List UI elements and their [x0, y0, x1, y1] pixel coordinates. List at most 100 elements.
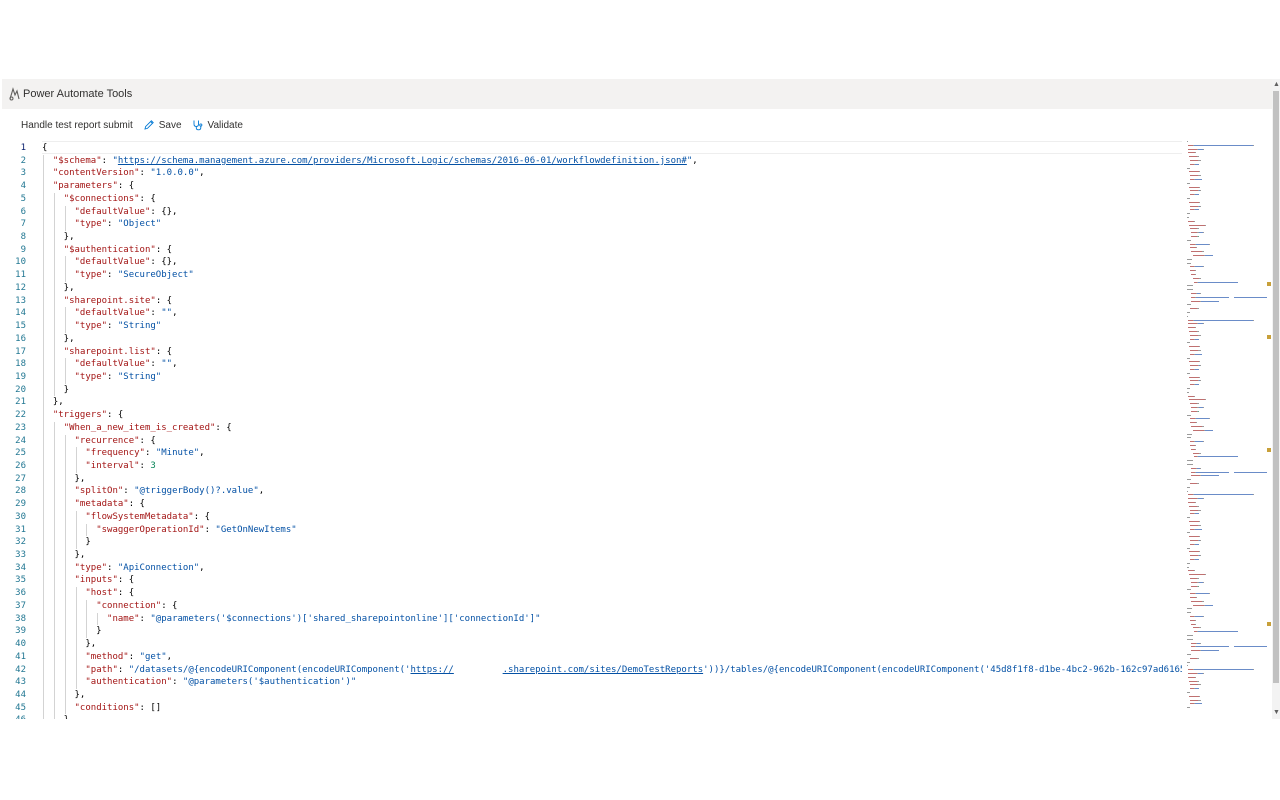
- minimap-line: [1193, 395, 1196, 397]
- code-token: :: [139, 613, 151, 624]
- code-token: "swaggerOperationId": [96, 524, 205, 535]
- code-line[interactable]: },: [42, 396, 64, 409]
- code-line[interactable]: "recurrence": {: [42, 435, 156, 448]
- indent-guide: [75, 536, 77, 550]
- vertical-scrollbar[interactable]: ▲ ▼: [1272, 79, 1280, 719]
- code-line[interactable]: "path": "/datasets/@{encodeURIComponent(…: [42, 664, 1182, 677]
- code-line[interactable]: "defaultValue": "",: [42, 307, 178, 320]
- scroll-down-arrow-icon[interactable]: ▼: [1273, 709, 1280, 717]
- code-line[interactable]: "conditions": []: [42, 702, 162, 715]
- minimap[interactable]: [1187, 141, 1269, 719]
- code-line[interactable]: "flowSystemMetadata": {: [42, 511, 210, 524]
- validate-button[interactable]: Validate: [192, 119, 243, 131]
- code-line[interactable]: "contentVersion": "1.0.0.0",: [42, 167, 205, 180]
- code-token: "$schema": [52, 155, 102, 166]
- indent-guide: [53, 231, 55, 244]
- code-line[interactable]: "type": "ApiConnection",: [42, 562, 205, 575]
- minimap-line: [1194, 494, 1253, 496]
- minimap-line: [1198, 334, 1201, 336]
- code-token: :: [204, 524, 216, 535]
- minimap-line: [1193, 570, 1196, 572]
- code-token: "defaultValue": [74, 257, 151, 268]
- indent-guide: [53, 536, 55, 550]
- code-line[interactable]: "type": "String": [42, 371, 162, 384]
- code-line[interactable]: "type": "Object": [42, 218, 162, 231]
- minimap-line: [1191, 300, 1201, 302]
- code-line[interactable]: },: [42, 714, 75, 719]
- minimap-line: [1194, 270, 1197, 272]
- scrollbar-thumb[interactable]: [1273, 91, 1279, 683]
- title-bar: Power Automate Tools: [2, 79, 1280, 109]
- code-token: "": [161, 359, 173, 370]
- minimap-line: [1187, 532, 1191, 534]
- code-line[interactable]: },: [42, 638, 96, 651]
- code-line[interactable]: "$connections": {: [42, 193, 156, 206]
- code-line[interactable]: "name": "@parameters('$connections')['sh…: [42, 613, 541, 626]
- code-line[interactable]: {: [42, 142, 47, 155]
- scroll-up-arrow-icon[interactable]: ▲: [1273, 81, 1280, 89]
- stethoscope-icon: [193, 120, 202, 131]
- indent-guide: [64, 650, 66, 664]
- code-line[interactable]: "inputs": {: [42, 574, 135, 587]
- code-line[interactable]: "swaggerOperationId": "GetOnNewItems": [42, 524, 297, 537]
- code-line[interactable]: "$schema": "https://schema.management.az…: [42, 155, 698, 168]
- toolbar: Handle test report submit Save Validate: [2, 109, 1280, 141]
- indent-guide: [43, 218, 44, 232]
- code-line[interactable]: "parameters": {: [42, 180, 134, 193]
- indent-guide: [43, 332, 44, 346]
- code-line[interactable]: }: [42, 536, 90, 549]
- code-line[interactable]: },: [42, 473, 86, 486]
- code-line[interactable]: "metadata": {: [42, 498, 145, 511]
- code-line[interactable]: "sharepoint.site": {: [42, 295, 172, 308]
- minimap-line: [1195, 597, 1198, 598]
- minimap-line: [1196, 331, 1199, 332]
- code-line[interactable]: "$authentication": {: [42, 244, 172, 257]
- minimap-line: [1196, 418, 1209, 420]
- indent-guide: [64, 523, 66, 537]
- minimap-line: [1224, 646, 1229, 648]
- code-content[interactable]: { "$schema": "https://schema.management.…: [42, 141, 1182, 719]
- indent-guide: [43, 167, 44, 181]
- code-token: : {: [155, 295, 173, 306]
- line-number: 42: [15, 664, 26, 675]
- code-line[interactable]: "host": {: [42, 587, 134, 600]
- code-line[interactable]: "method": "get",: [42, 651, 172, 664]
- code-line[interactable]: "sharepoint.list": {: [42, 346, 172, 359]
- code-token: :: [139, 168, 151, 179]
- code-line[interactable]: },: [42, 231, 75, 244]
- code-line[interactable]: "splitOn": "@triggerBody()?.value",: [42, 485, 265, 498]
- minimap-line: [1233, 296, 1255, 298]
- code-token: :: [150, 359, 162, 370]
- code-line[interactable]: "connection": {: [42, 600, 177, 613]
- code-line[interactable]: "When_a_new_item_is_created": {: [42, 422, 232, 435]
- indent-guide: [53, 676, 55, 689]
- code-line[interactable]: "interval": 3: [42, 460, 155, 473]
- overview-ruler-marker: [1267, 622, 1271, 626]
- code-token: "interval": [85, 461, 140, 471]
- code-line[interactable]: "defaultValue": {},: [42, 256, 178, 269]
- code-token: :: [144, 448, 156, 459]
- code-line[interactable]: },: [42, 282, 75, 295]
- save-button[interactable]: Save: [143, 119, 182, 131]
- minimap-line: [1190, 657, 1197, 659]
- indent-guide: [43, 358, 44, 371]
- code-line[interactable]: "authentication": "@parameters('$authent…: [42, 676, 356, 689]
- power-automate-tools-panel: Power Automate Tools Handle test report …: [2, 79, 1280, 719]
- code-line[interactable]: "frequency": "Minute",: [42, 447, 204, 460]
- code-line[interactable]: },: [42, 333, 75, 346]
- indent-guide: [64, 218, 66, 232]
- code-line[interactable]: }: [42, 384, 69, 397]
- code-line[interactable]: "type": "String": [42, 320, 162, 333]
- minimap-line: [1187, 414, 1192, 416]
- code-line[interactable]: },: [42, 689, 86, 702]
- code-line[interactable]: },: [42, 549, 86, 562]
- code-line[interactable]: "defaultValue": {},: [42, 206, 178, 219]
- code-line[interactable]: "defaultValue": "",: [42, 358, 178, 371]
- indent-guide: [53, 625, 55, 639]
- code-line[interactable]: "triggers": {: [42, 409, 123, 422]
- code-line[interactable]: }: [42, 625, 101, 638]
- minimap-line: [1191, 251, 1203, 253]
- code-editor[interactable]: 1 2 3 4 5 6 7 8 9 10 11 12 13 14 15 16 17 18 19 20 21 22 23 24 2…: [2, 141, 1270, 719]
- minimap-line: [1254, 646, 1267, 648]
- minimap-line: [1194, 266, 1203, 268]
